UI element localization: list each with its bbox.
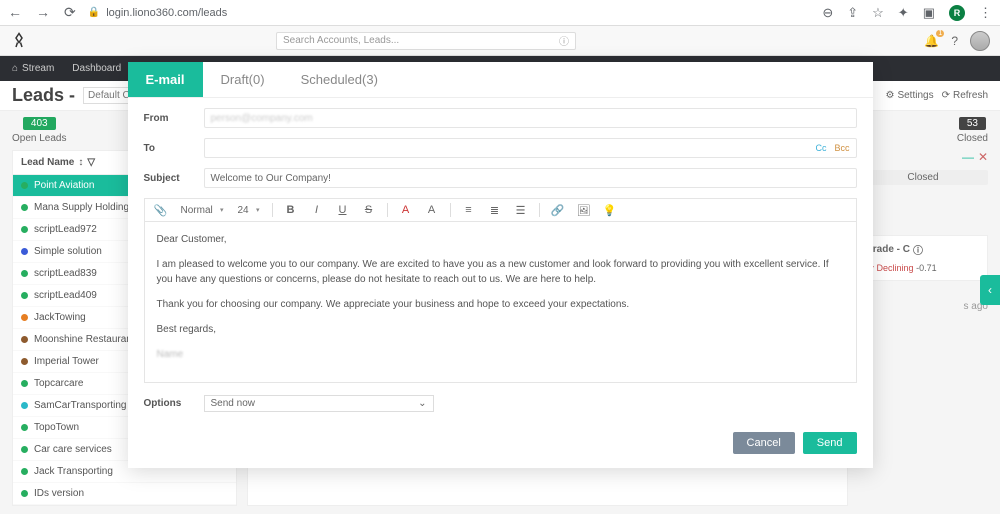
strike-icon[interactable]: S xyxy=(361,204,377,216)
cancel-button[interactable]: Cancel xyxy=(733,432,795,454)
align-icon[interactable]: ☰ xyxy=(513,204,529,217)
email-compose-modal: E-mail Draft(0) Scheduled(3) From person… xyxy=(128,62,873,468)
attachment-icon[interactable]: 📎 xyxy=(153,204,169,217)
editor-body[interactable]: Dear Customer, I am pleased to welcome y… xyxy=(144,221,857,383)
body-paragraph-2: Thank you for choosing our company. We a… xyxy=(157,297,844,312)
body-paragraph-1: I am pleased to welcome you to our compa… xyxy=(157,257,844,287)
editor-toolbar: 📎 Normal 24 B I U S A A ≡ ≣ ☰ 🔗 🖼 💡 xyxy=(144,198,857,221)
modal-tabs: E-mail Draft(0) Scheduled(3) xyxy=(128,62,873,98)
list-ul-icon[interactable]: ≣ xyxy=(487,204,503,217)
image-icon[interactable]: 🖼 xyxy=(576,204,592,217)
highlight-icon[interactable]: A xyxy=(424,204,440,216)
tab-email[interactable]: E-mail xyxy=(128,62,203,97)
lightbulb-icon[interactable]: 💡 xyxy=(602,204,618,217)
tab-draft[interactable]: Draft(0) xyxy=(203,62,283,97)
options-select[interactable]: Send now ⌄ xyxy=(204,395,434,412)
subject-field[interactable]: Welcome to Our Company! xyxy=(204,168,857,188)
options-label: Options xyxy=(144,398,204,409)
bold-icon[interactable]: B xyxy=(283,204,299,216)
from-field[interactable]: person@company.com xyxy=(204,108,857,128)
bcc-link[interactable]: Bcc xyxy=(834,143,849,153)
send-button[interactable]: Send xyxy=(803,432,857,454)
chevron-down-icon: ⌄ xyxy=(418,398,426,409)
subject-label: Subject xyxy=(144,173,204,184)
font-style-select[interactable]: Normal xyxy=(179,205,226,216)
modal-footer: Cancel Send xyxy=(128,422,873,468)
link-icon[interactable]: 🔗 xyxy=(550,204,566,217)
list-ol-icon[interactable]: ≡ xyxy=(461,204,477,216)
font-size-select[interactable]: 24 xyxy=(236,205,262,216)
text-color-icon[interactable]: A xyxy=(398,204,414,216)
to-label: To xyxy=(144,143,204,154)
body-greeting: Dear Customer, xyxy=(157,232,844,247)
body-signature: Name xyxy=(157,347,844,362)
body-closing: Best regards, xyxy=(157,322,844,337)
from-label: From xyxy=(144,113,204,124)
italic-icon[interactable]: I xyxy=(309,204,325,216)
cc-link[interactable]: Cc xyxy=(815,143,826,153)
modal-backdrop: E-mail Draft(0) Scheduled(3) From person… xyxy=(0,0,1000,514)
to-field[interactable]: Cc Bcc xyxy=(204,138,857,158)
underline-icon[interactable]: U xyxy=(335,204,351,216)
tab-scheduled[interactable]: Scheduled(3) xyxy=(283,62,396,97)
